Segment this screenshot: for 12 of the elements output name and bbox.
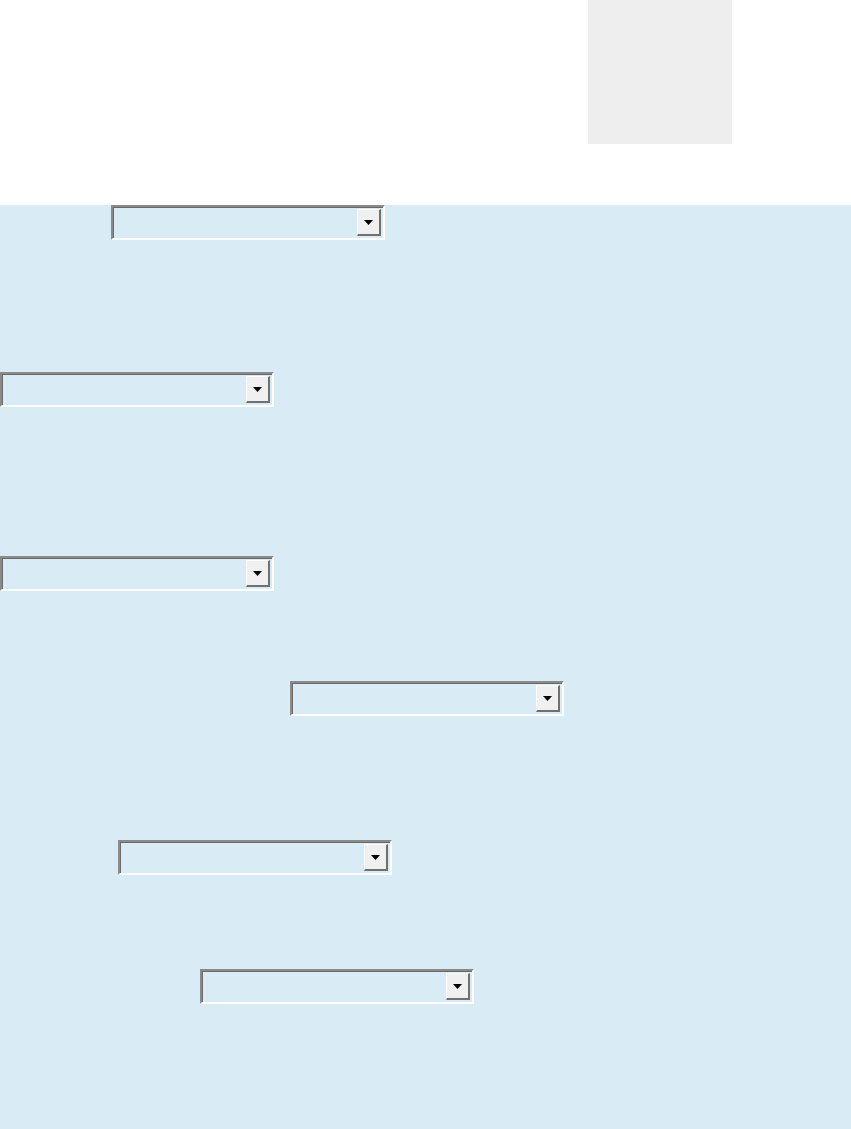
dropdown[interactable] [290, 681, 564, 716]
caret-icon [364, 219, 373, 225]
caret-icon [371, 854, 380, 860]
caret-icon [543, 695, 552, 701]
dropdown[interactable] [111, 205, 385, 240]
dropdown[interactable] [0, 556, 274, 591]
caret-icon [253, 570, 262, 576]
caret-icon [253, 386, 262, 392]
dropdown[interactable] [0, 372, 274, 407]
dropdown[interactable] [118, 840, 392, 875]
dropdown[interactable] [200, 969, 474, 1004]
caret-icon [453, 983, 462, 989]
